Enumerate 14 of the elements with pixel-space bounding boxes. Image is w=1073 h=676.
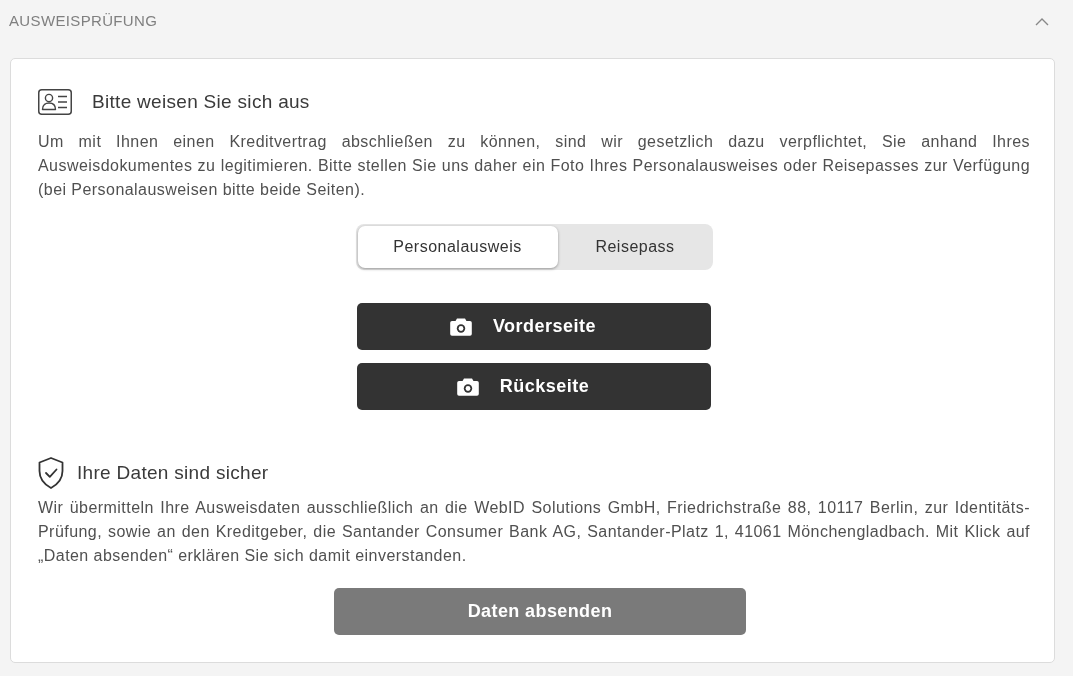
identify-title: Bitte weisen Sie sich aus (92, 91, 310, 113)
upload-photo-button[interactable]: Rückseite (357, 363, 711, 410)
upload-photo-button[interactable]: Vorderseite (357, 303, 711, 350)
id-card-icon (38, 89, 72, 115)
document-tab[interactable]: Personalausweis (357, 226, 558, 268)
identify-text: Um mit Ihnen einen Kreditvertrag abschließen zu können, sind wir gesetzlich dazu verpflichtet, Sie anhand Ihres Ausweisdokumentes zu legitimieren. Bitte stellen Sie uns daher ein Foto Ihres Personalausweises oder Reisepasses zur Verfügung (bei Personalausweisen bitte beide Seiten). (38, 132, 1030, 200)
section-title: AUSWEISPRÜFUNG (9, 11, 158, 29)
camera-icon (456, 377, 479, 396)
camera-icon (449, 317, 472, 336)
privacy-text: Wir übermitteln Ihre Ausweisdaten ausschließlich an die WebID Solutions GmbH, Friedrichstraße 88, 10117 Berlin, zur Identitäts-Prüfung, sowie an den Kreditgeber, die Santander Consumer Bank AG, Santander-Platz 1, 41061 Mönchengladbach. Mit Klick auf „Daten absenden“ erklären Sie sich damit einverstanden. (38, 498, 1030, 566)
chevron-icon[interactable] (1035, 18, 1049, 26)
shield-check-icon (38, 457, 64, 489)
document-tab[interactable]: Reisepass (557, 226, 713, 268)
privacy-title: Ihre Daten sind sicher (77, 462, 269, 484)
